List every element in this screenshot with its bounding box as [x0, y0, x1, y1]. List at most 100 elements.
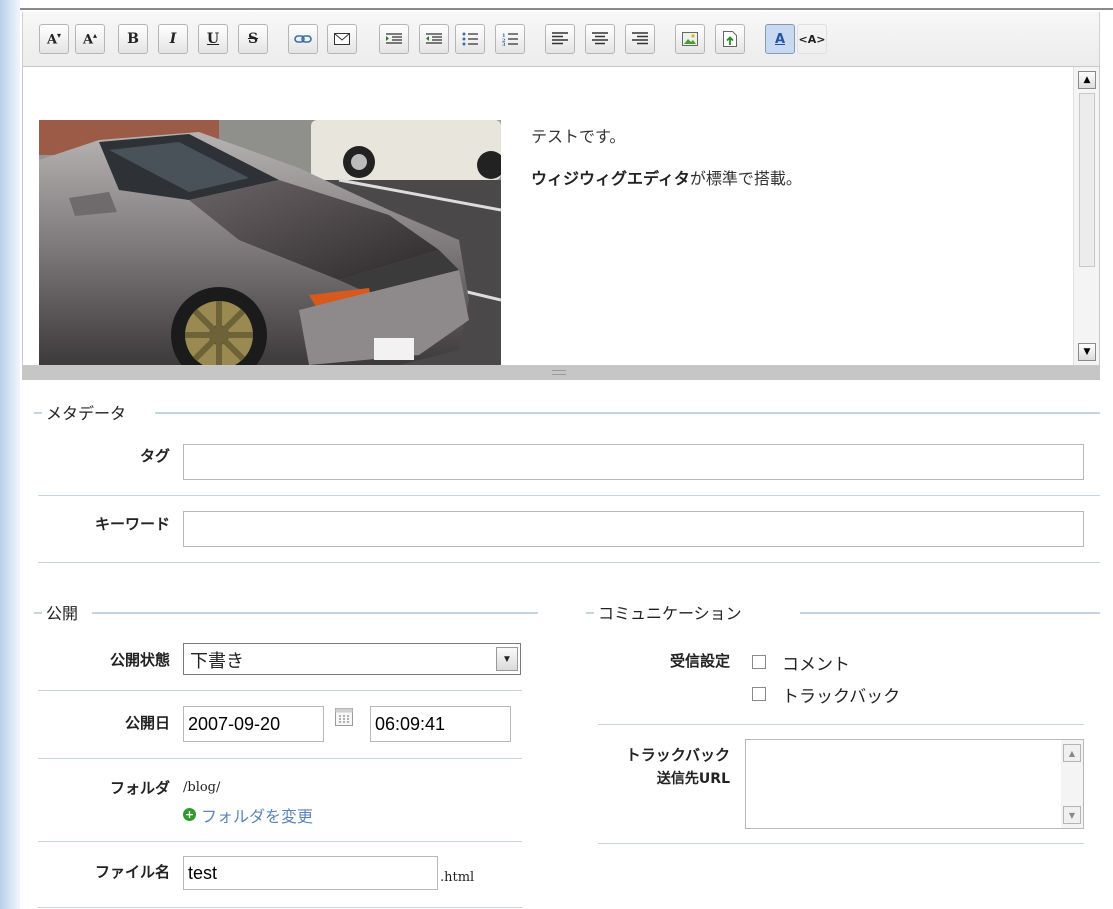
row-divider [38, 758, 522, 759]
editor-line-2: ウィジウィグエディタが標準で搭載。 [531, 165, 802, 189]
font-decrease-button[interactable]: A▾ [39, 24, 69, 54]
underline-icon: U [206, 31, 220, 47]
row-divider [38, 690, 522, 691]
italic-button[interactable]: I [158, 24, 188, 54]
align-right-button[interactable] [625, 24, 655, 54]
comment-checkbox-label[interactable]: コメント [782, 650, 850, 675]
window-border [20, 8, 1113, 10]
font-increase-icon: A▴ [82, 30, 98, 48]
scroll-up-icon[interactable]: ▲ [1063, 744, 1081, 762]
filename-extension: .html [440, 870, 475, 885]
row-divider [38, 562, 1100, 563]
text-color-button[interactable]: A [765, 24, 795, 54]
align-right-icon [632, 32, 648, 45]
textarea-scrollbar[interactable]: ▲ ▼ [1061, 740, 1083, 828]
status-label: 公開状態 [109, 651, 170, 669]
trackback-url-label-2: 送信先URL [656, 771, 730, 787]
email-button[interactable] [327, 24, 357, 54]
receive-settings-label: 受信設定 [669, 652, 730, 670]
folder-label: フォルダ [109, 779, 170, 797]
scroll-down-icon[interactable]: ▼ [1078, 343, 1096, 361]
link-icon [294, 35, 312, 43]
editor-toolbar: A▾ A▴ B I U S 123 A <A> [22, 12, 1100, 66]
svg-text:3: 3 [502, 42, 506, 46]
email-icon [334, 33, 350, 45]
row-divider [38, 495, 1100, 496]
scroll-down-icon[interactable]: ▼ [1063, 806, 1081, 824]
scroll-up-icon[interactable]: ▲ [1078, 71, 1096, 89]
editor-content[interactable]: テストです。 ウィジウィグエディタが標準で搭載。 [531, 123, 802, 207]
grip-icon [552, 370, 566, 375]
align-center-icon [592, 32, 608, 45]
filename-label: ファイル名 [94, 863, 170, 881]
insert-file-button[interactable] [715, 24, 745, 54]
row-divider [38, 907, 522, 908]
insert-file-icon [723, 31, 737, 47]
tag-input[interactable] [183, 444, 1084, 480]
bold-button[interactable]: B [118, 24, 148, 54]
font-decrease-icon: A▾ [46, 30, 62, 48]
row-divider [38, 841, 522, 842]
folder-path: /blog/ [183, 780, 221, 795]
row-divider [598, 843, 1084, 844]
align-center-button[interactable] [585, 24, 615, 54]
trackback-checkbox[interactable] [752, 687, 766, 701]
legend-line [155, 412, 1100, 414]
italic-icon: I [169, 31, 177, 47]
publish-legend: 公開 [46, 606, 79, 623]
text-color-icon: A [774, 31, 786, 47]
tag-label: タグ [139, 447, 170, 465]
underline-button[interactable]: U [198, 24, 228, 54]
calendar-icon[interactable] [334, 707, 354, 727]
trackback-url-label-1: トラックバック [625, 746, 730, 764]
chevron-down-icon[interactable]: ▼ [496, 647, 518, 671]
bullet-list-button[interactable] [455, 24, 485, 54]
insert-image-icon [682, 32, 698, 46]
editor-line-1: テストです。 [531, 129, 626, 146]
car-image [39, 120, 501, 365]
status-select-value: 下書き [190, 651, 244, 671]
editor-bold-text: ウィジウィグエディタ [531, 171, 690, 188]
communication-legend: コミュニケーション [598, 606, 742, 623]
change-folder-link[interactable]: フォルダを変更 [201, 803, 313, 827]
legend-line [34, 412, 42, 414]
row-divider [598, 724, 1084, 725]
strikethrough-button[interactable]: S [238, 24, 268, 54]
legend-line [586, 612, 594, 614]
bold-icon: B [127, 31, 139, 47]
insert-image-button[interactable] [675, 24, 705, 54]
metadata-legend: メタデータ [46, 406, 127, 423]
font-increase-button[interactable]: A▴ [75, 24, 105, 54]
desktop-background [0, 0, 20, 909]
link-button[interactable] [288, 24, 318, 54]
indent-icon [386, 33, 402, 44]
bullet-list-icon [462, 32, 478, 46]
keyword-input[interactable] [183, 511, 1084, 547]
align-left-icon [552, 32, 568, 45]
filename-input[interactable] [183, 856, 438, 890]
comment-checkbox[interactable] [752, 655, 766, 669]
car-photo [39, 120, 501, 365]
keyword-label: キーワード [94, 515, 170, 533]
align-left-button[interactable] [545, 24, 575, 54]
publish-date-label: 公開日 [124, 714, 170, 732]
outdent-button[interactable] [419, 24, 449, 54]
legend-line [800, 612, 1100, 614]
numbered-list-icon: 123 [502, 33, 518, 46]
scroll-thumb[interactable] [1079, 93, 1095, 267]
publish-date-input[interactable] [183, 706, 324, 742]
editor-resize-handle[interactable] [22, 366, 1100, 380]
trackback-checkbox-label[interactable]: トラックバック [782, 682, 900, 707]
editor-scrollbar[interactable]: ▲ ▼ [1073, 67, 1099, 365]
status-select[interactable]: 下書き ▼ [183, 643, 521, 675]
legend-line [92, 612, 538, 614]
editor-plain-text: が標準で搭載。 [689, 171, 802, 188]
html-source-button[interactable]: <A> [797, 24, 827, 54]
wysiwyg-editor[interactable]: テストです。 ウィジウィグエディタが標準で搭載。 ▲ ▼ [22, 66, 1100, 366]
legend-line [34, 612, 42, 614]
numbered-list-button[interactable]: 123 [495, 24, 525, 54]
add-folder-icon: + [183, 808, 196, 821]
indent-button[interactable] [379, 24, 409, 54]
trackback-url-textarea[interactable]: ▲ ▼ [745, 739, 1084, 829]
publish-time-input[interactable] [370, 706, 511, 742]
